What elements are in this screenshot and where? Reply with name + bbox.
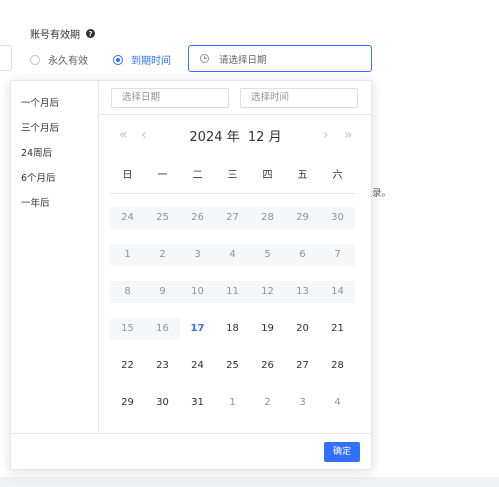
calendar-title: 2024 年 12 月 <box>99 126 372 145</box>
shortcut-24-weeks[interactable]: 24周后 <box>11 143 98 168</box>
weekday-wed: 三 <box>227 170 238 181</box>
calendar-day-cell: 13 <box>285 281 320 303</box>
calendar-day-cell: 28 <box>250 207 285 229</box>
calendar-day-cell: 15 <box>110 318 145 340</box>
expiry-date-placeholder: 请选择日期 <box>219 54 267 66</box>
radio-dot-icon[interactable] <box>30 54 40 65</box>
calendar-day-cell: 26 <box>180 207 215 229</box>
calendar-day-cell: 4 <box>215 244 250 266</box>
date-picker-panel: 一个月后 三个月后 24周后 6个月后 一年后 选择日期 选择时间 « ‹ 20… <box>10 80 372 470</box>
calendar-day-cell: 25 <box>145 207 180 229</box>
confirm-button[interactable]: 确定 <box>324 442 360 462</box>
calendar-day-cell[interactable]: 1 <box>215 392 250 414</box>
calendar-day-cell[interactable]: 29 <box>110 392 145 414</box>
shortcut-six-months[interactable]: 6个月后 <box>11 168 98 193</box>
radio-forever-label: 永久有效 <box>48 56 88 67</box>
calendar-year[interactable]: 2024 年 <box>189 130 239 145</box>
calendar-day-cell[interactable]: 23 <box>145 355 180 377</box>
calendar-day-cell: 27 <box>215 207 250 229</box>
picker-footer: 确定 <box>11 433 371 470</box>
weekday-thu: 四 <box>262 170 273 181</box>
radio-expiry-label: 到期时间 <box>131 56 171 67</box>
calendar-day-cell[interactable]: 19 <box>250 318 285 340</box>
calendar-day-cell[interactable]: 18 <box>215 318 250 340</box>
calendar-day-cell: 29 <box>285 207 320 229</box>
select-time-input[interactable]: 选择时间 <box>240 88 358 108</box>
shortcut-one-month[interactable]: 一个月后 <box>11 93 98 118</box>
calendar-day-cell[interactable]: 2 <box>250 392 285 414</box>
calendar-day-cell: 24 <box>110 207 145 229</box>
weekday-header: 日 一 二 三 四 五 六 <box>110 165 355 194</box>
calendar-day-cell: 12 <box>250 281 285 303</box>
calendar-day-cell: 7 <box>320 244 355 266</box>
radio-expiry[interactable]: 到期时间 <box>113 52 171 67</box>
background-hint-text: 录。 <box>372 188 392 199</box>
calendar-day-cell[interactable]: 20 <box>285 318 320 340</box>
account-expiry-label-text: 账号有效期 <box>30 30 80 41</box>
weekday-tue: 二 <box>192 170 203 181</box>
clock-icon <box>200 54 209 63</box>
radio-forever[interactable]: 永久有效 <box>30 52 88 67</box>
left-partial-input[interactable] <box>0 45 12 71</box>
shortcut-sidebar: 一个月后 三个月后 24周后 6个月后 一年后 <box>11 81 99 433</box>
calendar-day-cell: 14 <box>320 281 355 303</box>
date-time-input-row: 选择日期 选择时间 <box>99 81 372 115</box>
weekday-sat: 六 <box>332 170 343 181</box>
calendar-day-cell: 3 <box>180 244 215 266</box>
weekday-fri: 五 <box>297 170 308 181</box>
account-expiry-label: 账号有效期 ? <box>30 26 95 41</box>
calendar-header: « ‹ 2024 年 12 月 › » <box>99 115 372 155</box>
calendar-day-cell[interactable]: 25 <box>215 355 250 377</box>
select-date-input[interactable]: 选择日期 <box>111 88 229 108</box>
weekday-sun: 日 <box>122 170 133 181</box>
calendar-day-cell[interactable]: 28 <box>320 355 355 377</box>
calendar-day-cell: 11 <box>215 281 250 303</box>
expiry-date-input[interactable]: 请选择日期 <box>188 45 372 72</box>
calendar-day-cell[interactable]: 4 <box>320 392 355 414</box>
calendar-day-cell: 10 <box>180 281 215 303</box>
calendar-day-cell[interactable]: 22 <box>110 355 145 377</box>
calendar-day-cell: 5 <box>250 244 285 266</box>
calendar-day-cell[interactable]: 3 <box>285 392 320 414</box>
page-footer-strip <box>0 477 499 487</box>
calendar-day-cell: 2 <box>145 244 180 266</box>
next-month-icon[interactable]: › <box>323 127 329 143</box>
calendar-month[interactable]: 12 月 <box>248 130 282 145</box>
calendar-day-cell[interactable]: 17 <box>180 318 215 340</box>
calendar-day-cell[interactable]: 26 <box>250 355 285 377</box>
calendar-day-cell: 6 <box>285 244 320 266</box>
shortcut-three-months[interactable]: 三个月后 <box>11 118 98 143</box>
calendar-day-cell: 8 <box>110 281 145 303</box>
weekday-mon: 一 <box>157 170 168 181</box>
calendar-day-cell[interactable]: 27 <box>285 355 320 377</box>
shortcut-one-year[interactable]: 一年后 <box>11 193 98 218</box>
calendar-day-cell: 9 <box>145 281 180 303</box>
calendar-day-cell: 1 <box>110 244 145 266</box>
next-year-icon[interactable]: » <box>344 127 353 143</box>
question-help-icon[interactable]: ? <box>86 29 95 38</box>
calendar-day-cell: 30 <box>320 207 355 229</box>
calendar-day-cell: 16 <box>145 318 180 340</box>
calendar-day-cell[interactable]: 24 <box>180 355 215 377</box>
calendar-day-cell[interactable]: 30 <box>145 392 180 414</box>
calendar-day-cell[interactable]: 31 <box>180 392 215 414</box>
radio-dot-selected-icon[interactable] <box>113 54 123 65</box>
calendar-day-cell[interactable]: 21 <box>320 318 355 340</box>
